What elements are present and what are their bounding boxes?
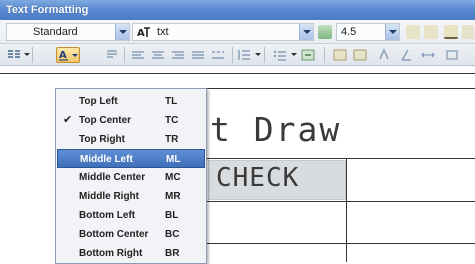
menu-item-code: TC bbox=[165, 115, 179, 126]
symbol-icon[interactable] bbox=[376, 47, 392, 63]
check-cell-text[interactable]: CHECK bbox=[216, 163, 299, 193]
distribute-icon[interactable] bbox=[210, 47, 226, 63]
line-spacing-icon[interactable] bbox=[236, 47, 252, 63]
drawing-title-text[interactable]: t Draw bbox=[210, 110, 341, 149]
text-editor-ruler[interactable] bbox=[0, 66, 475, 74]
align-left-icon[interactable] bbox=[130, 47, 146, 63]
menu-item-code: BC bbox=[165, 229, 180, 240]
menu-item-label: Bottom Left bbox=[79, 210, 136, 221]
uppercase-icon[interactable] bbox=[332, 47, 348, 63]
menu-item-code: TR bbox=[165, 134, 179, 145]
menu-item-code: BL bbox=[165, 210, 179, 221]
columns-icon[interactable] bbox=[6, 47, 22, 63]
menu-item-middle-right[interactable]: Middle Right MR bbox=[57, 187, 205, 206]
menu-item-code: TL bbox=[165, 96, 178, 107]
numbering-icon[interactable] bbox=[272, 47, 288, 63]
menu-item-top-center[interactable]: ✔ Top Center TC bbox=[57, 111, 205, 130]
menu-item-bottom-right[interactable]: Bottom Right BR bbox=[57, 244, 205, 263]
menu-item-label: Bottom Right bbox=[79, 248, 143, 259]
paragraph-toolbar: A bbox=[0, 44, 475, 66]
menu-item-label: Top Right bbox=[79, 134, 125, 145]
toolbar-separator bbox=[232, 47, 233, 63]
text-height-value: 4.5 bbox=[341, 26, 357, 38]
menu-item-label: Middle Left bbox=[80, 154, 133, 165]
underline-icon[interactable] bbox=[444, 25, 458, 39]
style-toolbar: Standard A txt 4.5 bbox=[0, 20, 475, 44]
toolbar-separator bbox=[324, 47, 325, 63]
lowercase-icon[interactable] bbox=[352, 47, 368, 63]
font-select[interactable]: A txt bbox=[132, 23, 314, 41]
tracking-icon[interactable] bbox=[420, 47, 436, 63]
align-right-icon[interactable] bbox=[170, 47, 186, 63]
chevron-down-icon[interactable] bbox=[115, 24, 129, 40]
menu-item-top-left[interactable]: Top Left TL bbox=[57, 92, 205, 111]
text-height-select[interactable]: 4.5 bbox=[336, 23, 400, 41]
menu-item-middle-left[interactable]: Middle Left ML bbox=[57, 149, 205, 168]
chevron-down-icon[interactable] bbox=[24, 53, 30, 56]
oblique-angle-icon[interactable] bbox=[398, 47, 414, 63]
menu-item-code: ML bbox=[166, 154, 181, 165]
menu-item-label: Middle Center bbox=[79, 172, 146, 183]
width-factor-icon[interactable] bbox=[444, 47, 460, 63]
menu-item-bottom-center[interactable]: Bottom Center BC bbox=[57, 225, 205, 244]
toolbar-separator bbox=[124, 47, 125, 63]
chevron-down-icon[interactable] bbox=[299, 24, 313, 40]
menu-item-label: Top Left bbox=[79, 96, 118, 107]
justify-a-icon: A bbox=[59, 50, 78, 61]
menu-item-middle-center[interactable]: Middle Center MC bbox=[57, 168, 205, 187]
checkmark-icon: ✔ bbox=[63, 114, 73, 126]
chevron-down-icon[interactable] bbox=[255, 53, 261, 56]
menu-item-label: Top Center bbox=[79, 115, 132, 126]
menu-item-code: MR bbox=[165, 191, 181, 202]
justification-menu: Top Left TL ✔ Top Center TC Top Right TR… bbox=[55, 88, 207, 264]
menu-item-label: Bottom Center bbox=[79, 229, 149, 240]
paragraph-icon[interactable] bbox=[104, 47, 120, 63]
chevron-down-icon[interactable] bbox=[291, 53, 297, 56]
window-title: Text Formatting bbox=[6, 4, 89, 16]
chevron-down-icon[interactable] bbox=[385, 24, 399, 40]
table-line bbox=[205, 88, 475, 89]
justification-button[interactable]: A bbox=[56, 47, 80, 63]
menu-item-code: BR bbox=[165, 248, 180, 259]
svg-text:A: A bbox=[137, 28, 145, 39]
menu-item-top-right[interactable]: Top Right TR bbox=[57, 130, 205, 149]
truetype-font-icon: A bbox=[137, 25, 151, 42]
menu-item-bottom-left[interactable]: Bottom Left BL bbox=[57, 206, 205, 225]
svg-text:A: A bbox=[59, 50, 67, 61]
insert-field-icon[interactable] bbox=[300, 47, 316, 63]
menu-item-label: Middle Right bbox=[79, 191, 139, 202]
color-icon[interactable] bbox=[318, 25, 332, 39]
style-select[interactable]: Standard bbox=[6, 23, 130, 41]
table-line bbox=[346, 158, 347, 262]
justify-icon[interactable] bbox=[190, 47, 206, 63]
window-title-bar[interactable]: Text Formatting bbox=[0, 0, 475, 20]
overline-icon[interactable] bbox=[462, 25, 474, 39]
table-line bbox=[205, 201, 475, 202]
menu-item-code: MC bbox=[165, 172, 181, 183]
align-center-icon[interactable] bbox=[150, 47, 166, 63]
table-line bbox=[205, 158, 475, 159]
style-value: Standard bbox=[33, 26, 78, 38]
toolbar-separator bbox=[32, 47, 33, 63]
italic-icon[interactable] bbox=[424, 25, 438, 39]
table-line bbox=[205, 243, 475, 244]
toolbar-separator bbox=[264, 47, 265, 63]
bold-icon[interactable] bbox=[406, 25, 420, 39]
